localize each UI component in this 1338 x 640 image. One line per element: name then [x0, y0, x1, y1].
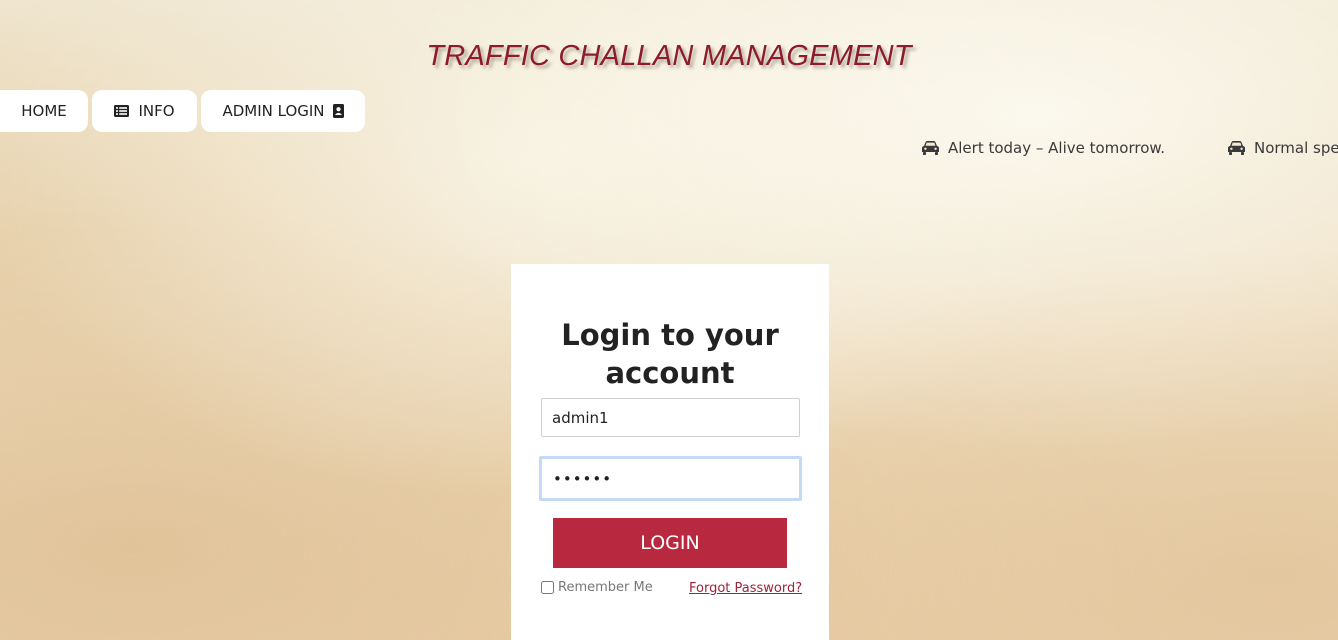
list-icon	[114, 105, 130, 117]
ticker-item: Alert today – Alive tomorrow.	[922, 139, 1165, 157]
ticker-item: Normal spe	[1228, 139, 1338, 157]
login-title: Login to your account	[511, 316, 829, 392]
login-card: Login to your account LOGIN Remember Me …	[511, 264, 829, 640]
contact-card-icon	[332, 104, 344, 118]
nav-home-button[interactable]: HOME	[0, 90, 88, 132]
ticker-text: Alert today – Alive tomorrow.	[948, 139, 1166, 157]
site-title: TRAFFIC CHALLAN MANAGEMENT	[426, 40, 912, 72]
nav-info-button[interactable]: INFO	[92, 90, 197, 132]
nav-admin-login-label: ADMIN LOGIN	[222, 102, 325, 120]
forgot-password-link[interactable]: Forgot Password?	[689, 581, 802, 596]
remember-me-label: Remember Me	[558, 580, 653, 595]
nav-admin-login-button[interactable]: ADMIN LOGIN	[201, 90, 365, 132]
news-ticker: Alert today – Alive tomorrow. Normal spe	[922, 139, 1338, 163]
car-icon	[1228, 141, 1245, 155]
login-title-line1: Login to your	[561, 318, 779, 352]
ticker-text: Normal spe	[1254, 139, 1338, 157]
remember-me[interactable]: Remember Me	[541, 580, 653, 595]
remember-me-checkbox[interactable]	[541, 581, 554, 594]
username-field[interactable]	[541, 398, 800, 437]
login-button[interactable]: LOGIN	[553, 518, 787, 568]
nav-info-label: INFO	[138, 102, 175, 120]
login-title-line2: account	[605, 356, 735, 390]
password-field[interactable]	[539, 456, 802, 501]
nav-home-label: HOME	[21, 102, 67, 120]
car-icon	[922, 141, 939, 155]
